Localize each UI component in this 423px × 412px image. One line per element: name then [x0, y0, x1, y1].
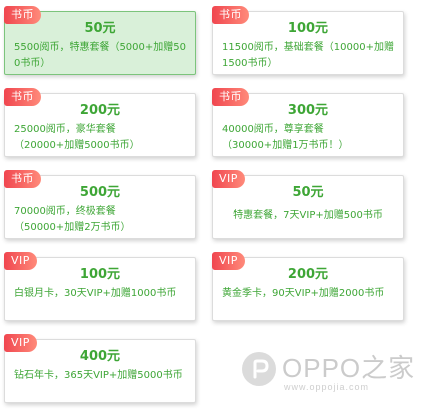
package-description: 钻石年卡，365天VIP+加赠5000书币	[14, 370, 183, 381]
package-card-coin-50[interactable]: 书币 50元 5500阅币，特惠套餐（5000+加赠500书币）	[4, 6, 196, 75]
package-card-coin-300[interactable]: 书币 300元 40000阅币，尊享套餐 （30000+加赠1万书币！）	[212, 88, 404, 158]
coin-badge: 书币	[4, 170, 41, 188]
package-description-line: 70000阅币，终极套餐	[14, 206, 116, 217]
package-description-line: 25000阅币，豪华套餐	[14, 124, 116, 135]
package-description-line: 40000阅币，尊享套餐	[222, 124, 324, 135]
package-card-vip-200[interactable]: VIP 200元 黄金季卡，90天VIP+加赠2000书币	[212, 252, 404, 321]
package-description-line: （50000+加赠2万书币）	[14, 222, 131, 233]
package-description: 25000阅币，豪华套餐 （20000+加赠5000书币）	[5, 119, 195, 158]
package-description: 70000阅币，终极套餐 （50000+加赠2万书币）	[5, 201, 195, 240]
coin-badge: 书币	[4, 6, 41, 24]
package-description: 11500阅币，基础套餐（10000+加赠1500书币）	[222, 42, 395, 69]
package-description: 5500阅币，特惠套餐（5000+加赠500书币）	[14, 42, 187, 69]
coin-badge: 书币	[212, 88, 249, 106]
vip-badge: VIP	[212, 252, 245, 270]
watermark: OPPO之家 www.oppojia.com	[240, 340, 414, 400]
watermark-url: www.oppojia.com	[284, 382, 370, 392]
package-description: 白银月卡，30天VIP+加赠1000书币	[14, 288, 177, 299]
coin-badge: 书币	[4, 88, 41, 106]
vip-badge: VIP	[212, 170, 245, 188]
package-card-coin-100[interactable]: 书币 100元 11500阅币，基础套餐（10000+加赠1500书币）	[212, 6, 404, 75]
vip-badge: VIP	[4, 334, 37, 352]
package-description: 特惠套餐，7天VIP+加赠500书币	[233, 210, 383, 221]
package-card-vip-400[interactable]: VIP 400元 钻石年卡，365天VIP+加赠5000书币	[4, 334, 196, 403]
package-card-vip-50[interactable]: VIP 50元 特惠套餐，7天VIP+加赠500书币	[212, 170, 404, 239]
package-description-line: （30000+加赠1万书币！）	[222, 140, 349, 151]
package-card-coin-200[interactable]: 书币 200元 25000阅币，豪华套餐 （20000+加赠5000书币）	[4, 88, 196, 158]
package-description: 40000阅币，尊享套餐 （30000+加赠1万书币！）	[213, 119, 403, 158]
coin-badge: 书币	[212, 6, 249, 24]
watermark-brand: OPPO之家	[282, 353, 416, 383]
package-card-coin-500[interactable]: 书币 500元 70000阅币，终极套餐 （50000+加赠2万书币）	[4, 170, 196, 240]
package-card-vip-100[interactable]: VIP 100元 白银月卡，30天VIP+加赠1000书币	[4, 252, 196, 321]
vip-badge: VIP	[4, 252, 37, 270]
package-description-line: （20000+加赠5000书币）	[14, 140, 140, 151]
package-description: 黄金季卡，90天VIP+加赠2000书币	[222, 288, 385, 299]
brand-logo-icon	[242, 352, 276, 386]
